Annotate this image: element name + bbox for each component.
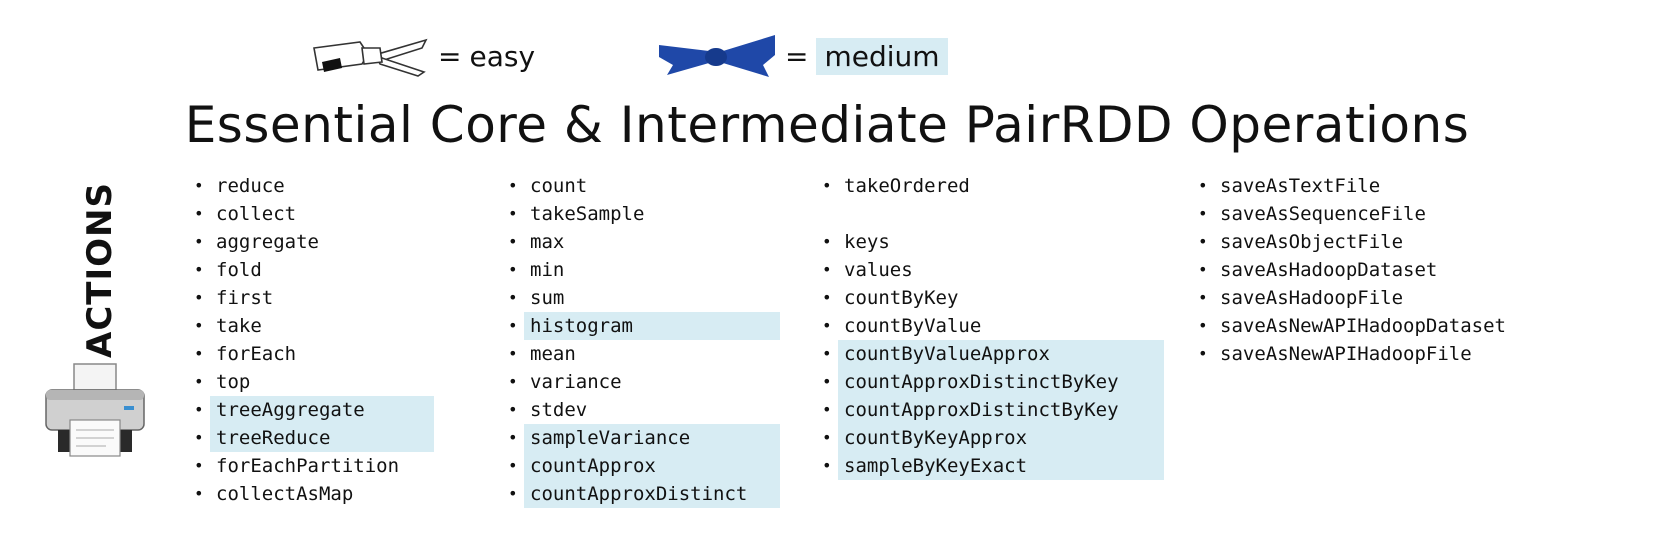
operation-item: countApproxDistinct <box>500 480 780 508</box>
legend-easy: = easy <box>310 26 535 86</box>
operation-item: min <box>500 256 780 284</box>
operation-item: sum <box>500 284 780 312</box>
operation-item: collectAsMap <box>186 480 434 508</box>
operation-label: take <box>216 315 262 337</box>
operation-label: forEach <box>216 343 297 365</box>
operation-item: take <box>186 312 434 340</box>
operation-item: keys <box>814 228 1164 256</box>
operation-label: takeOrdered <box>844 175 970 197</box>
operation-label: min <box>530 259 565 281</box>
actions-label: ACTIONS <box>70 182 130 358</box>
operation-item: count <box>500 172 780 200</box>
blue-belt-icon <box>659 35 775 77</box>
operation-label: saveAsHadoopFile <box>1220 287 1404 309</box>
operation-item: takeSample <box>500 200 780 228</box>
column-4: saveAsTextFile saveAsSequenceFile saveAsOb… <box>1190 172 1590 368</box>
operation-label: sampleVariance <box>524 424 780 452</box>
operation-label: stdev <box>530 399 588 421</box>
operation-item: values <box>814 256 1164 284</box>
column-2: count takeSample max min sum histogram mean var… <box>500 172 780 508</box>
operation-item: first <box>186 284 434 312</box>
operation-label: mean <box>530 343 576 365</box>
operation-item: treeReduce <box>186 424 434 452</box>
column-1: reduce collect aggregate fold first take forEa… <box>186 172 434 508</box>
operation-label: countByValue <box>844 315 982 337</box>
operation-label: countByKeyApprox <box>838 424 1164 452</box>
operation-item: fold <box>186 256 434 284</box>
operation-item: countByKeyApprox <box>814 424 1164 452</box>
legend-medium-equals: = <box>785 39 809 73</box>
operation-label: countApproxDistinctByKey <box>838 368 1164 396</box>
operation-label: countByValueApprox <box>838 340 1164 368</box>
operation-item: variance <box>500 368 780 396</box>
operation-item: histogram <box>500 312 780 340</box>
operation-label: variance <box>530 371 622 393</box>
operation-label: countApproxDistinct <box>524 480 780 508</box>
operation-item: countApproxDistinctByKey <box>814 368 1164 396</box>
operation-label: reduce <box>216 175 285 197</box>
operation-item: countByValue <box>814 312 1164 340</box>
operation-item: sampleVariance <box>500 424 780 452</box>
operation-label: top <box>216 371 251 393</box>
operation-label: sum <box>530 287 565 309</box>
operation-label: first <box>216 287 274 309</box>
operation-item: countApprox <box>500 452 780 480</box>
operation-item: collect <box>186 200 434 228</box>
operation-item: stdev <box>500 396 780 424</box>
column-3: takeOrdered keys values countByKey countByVa… <box>814 172 1164 480</box>
operation-item: forEach <box>186 340 434 368</box>
operation-label: saveAsHadoopDataset <box>1220 259 1438 281</box>
page-title: Essential Core & Intermediate PairRDD Op… <box>184 96 1470 154</box>
operation-item: treeAggregate <box>186 396 434 424</box>
operation-label: saveAsNewAPIHadoopFile <box>1220 343 1472 365</box>
operation-item: forEachPartition <box>186 452 434 480</box>
operation-item: max <box>500 228 780 256</box>
operation-item: saveAsNewAPIHadoopFile <box>1190 340 1590 368</box>
operation-item: saveAsObjectFile <box>1190 228 1590 256</box>
legend-easy-label: easy <box>469 39 536 73</box>
operation-label: sampleByKeyExact <box>838 452 1164 480</box>
operation-label: histogram <box>524 312 780 340</box>
actions-text: ACTIONS <box>80 182 120 358</box>
operation-label: count <box>530 175 588 197</box>
operation-item: saveAsSequenceFile <box>1190 200 1590 228</box>
operation-label: collectAsMap <box>216 483 354 505</box>
operation-label: keys <box>844 231 890 253</box>
operation-label: saveAsTextFile <box>1220 175 1381 197</box>
legend-easy-equals: = <box>438 39 462 73</box>
operation-label: saveAsObjectFile <box>1220 231 1404 253</box>
operation-label: max <box>530 231 565 253</box>
operation-item: countApproxDistinctByKey <box>814 396 1164 424</box>
operation-label: collect <box>216 203 297 225</box>
operation-label: aggregate <box>216 231 319 253</box>
operation-label: treeReduce <box>210 424 434 452</box>
operation-item: saveAsNewAPIHadoopDataset <box>1190 312 1590 340</box>
operation-item: saveAsHadoopFile <box>1190 284 1590 312</box>
operation-label: takeSample <box>530 203 645 225</box>
operation-item: saveAsHadoopDataset <box>1190 256 1590 284</box>
operation-label: countByKey <box>844 287 959 309</box>
operation-label: values <box>844 259 913 281</box>
legend-medium: = medium <box>657 26 948 86</box>
operation-label: treeAggregate <box>210 396 434 424</box>
operation-item: reduce <box>186 172 434 200</box>
legend-medium-label: medium <box>816 37 948 75</box>
operation-item: saveAsTextFile <box>1190 172 1590 200</box>
white-belt-icon <box>313 38 428 77</box>
operation-label: fold <box>216 259 262 281</box>
operation-label: forEachPartition <box>216 455 400 477</box>
operation-item: top <box>186 368 434 396</box>
operation-label: saveAsNewAPIHadoopDataset <box>1220 315 1506 337</box>
operation-item: mean <box>500 340 780 368</box>
operation-item: countByKey <box>814 284 1164 312</box>
operation-label: countApprox <box>524 452 780 480</box>
printer-icon <box>40 360 150 460</box>
operation-item: sampleByKeyExact <box>814 452 1164 480</box>
operation-item: countByValueApprox <box>814 340 1164 368</box>
operation-item: aggregate <box>186 228 434 256</box>
operation-label: countApproxDistinctByKey <box>838 396 1164 424</box>
operation-label: saveAsSequenceFile <box>1220 203 1426 225</box>
legend: = easy = medium <box>0 26 1654 86</box>
operation-item: takeOrdered <box>814 172 1164 200</box>
